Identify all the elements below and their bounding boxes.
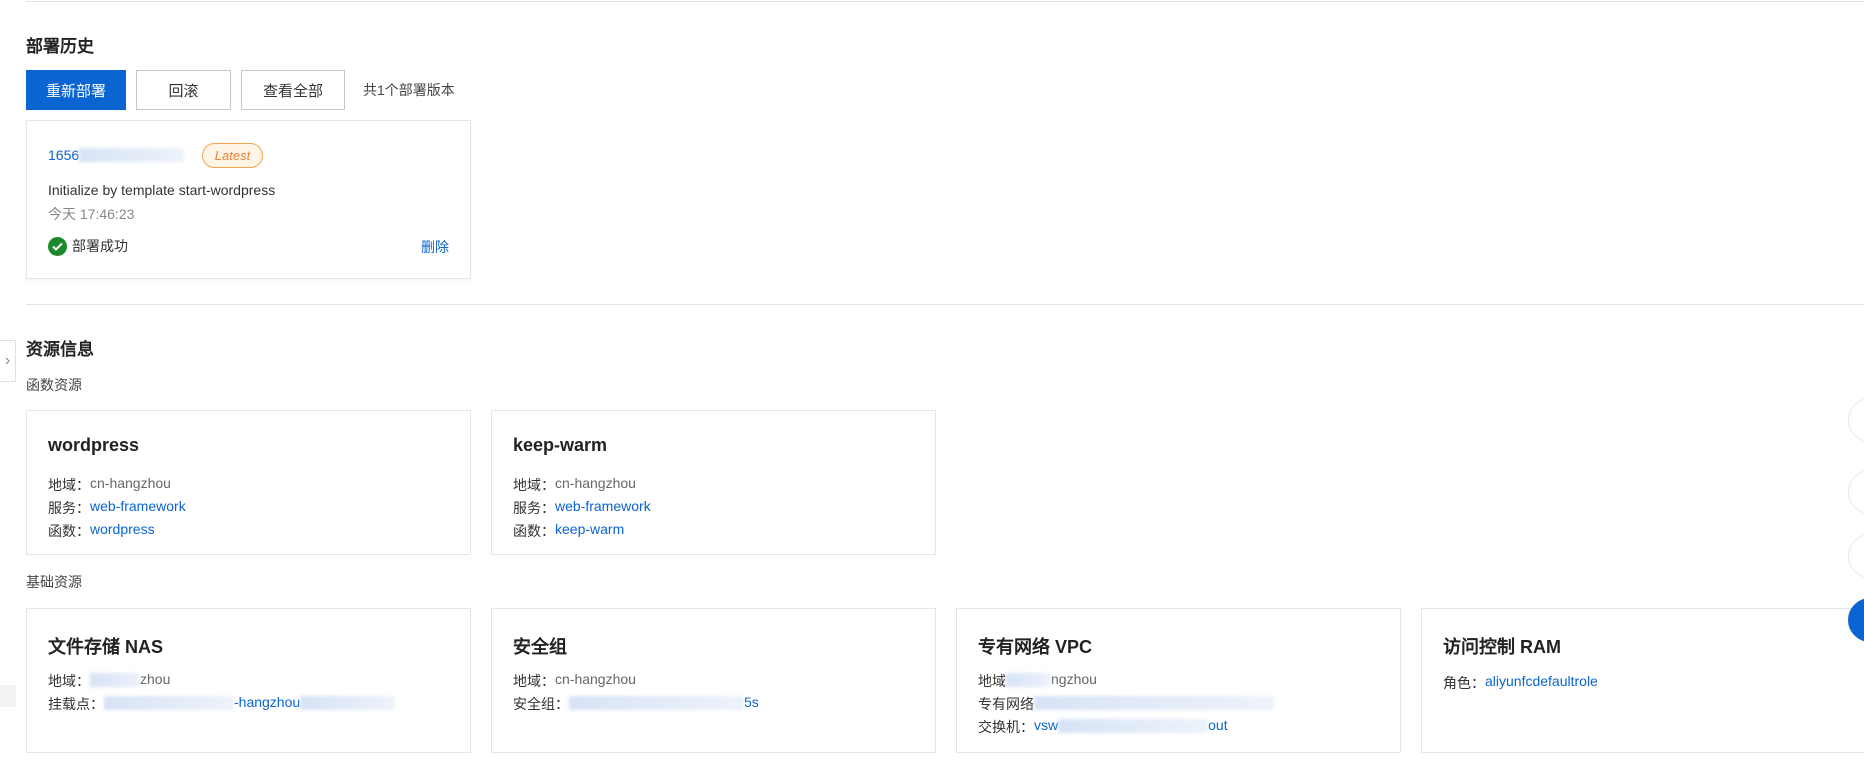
service-link[interactable]: web-framework (555, 498, 651, 518)
region-row: 地域： zhou (48, 671, 171, 689)
security-group-card: 安全组 地域： cn-hangzhou 安全组： 5s (491, 608, 936, 753)
view-all-button[interactable]: 查看全部 (241, 70, 345, 110)
nas-card-title: 文件存储 NAS (48, 637, 164, 657)
redaction-mask (1058, 719, 1209, 733)
function-card-keep-warm: keep-warm 地域： cn-hangzhou 服务： web-framewor… (491, 410, 936, 555)
sidebar-expand-handle[interactable]: › (0, 340, 16, 382)
service-link[interactable]: web-framework (90, 498, 186, 518)
left-edge-widget (0, 685, 16, 707)
deploy-status: 部署成功 (48, 236, 128, 256)
function-card-title: wordpress (48, 435, 140, 455)
redaction-mask (300, 696, 396, 710)
vpc-row: 专有网络 (978, 694, 1274, 714)
deploy-id-link[interactable]: 1656 (48, 147, 185, 163)
chevron-right-icon: › (4, 352, 11, 369)
vpc-card-title: 专有网络 VPC (978, 637, 1093, 657)
role-row: 角色： aliyunfcdefaultrole (1443, 673, 1598, 693)
region-row: 地域： cn-hangzhou (513, 475, 636, 493)
mount-row: 挂载点： -hangzhou (48, 694, 396, 714)
float-action-button[interactable] (1848, 534, 1864, 578)
vswitch-row: 交换机： vsw out (978, 717, 1228, 737)
function-link[interactable]: keep-warm (555, 521, 624, 541)
region-row: 地域： cn-hangzhou (48, 475, 171, 493)
deploy-record-card: 1656 Latest Initialize by template start… (26, 120, 471, 279)
deploy-status-text: 部署成功 (72, 238, 128, 254)
top-divider (26, 1, 1864, 2)
function-row: 函数： wordpress (48, 521, 155, 541)
region-row: 地域 ngzhou (978, 671, 1097, 689)
deploy-id-text: 1656 (48, 147, 80, 163)
deploy-count-text: 共1个部署版本 (363, 82, 455, 98)
delete-link[interactable]: 删除 (421, 237, 449, 257)
nas-card: 文件存储 NAS 地域： zhou 挂载点： -hangzhou (26, 608, 471, 753)
rollback-button[interactable]: 回滚 (136, 70, 231, 110)
ram-card: 访问控制 RAM 角色： aliyunfcdefaultrole (1421, 608, 1864, 753)
redaction-mask (79, 148, 185, 162)
function-card-title: keep-warm (513, 435, 608, 455)
redaction-mask (1006, 673, 1051, 687)
security-group-row: 安全组： 5s (513, 694, 759, 714)
float-action-button[interactable] (1848, 398, 1864, 442)
security-group-card-title: 安全组 (513, 637, 567, 657)
latest-badge: Latest (202, 143, 263, 168)
mount-point-link[interactable]: -hangzhou (234, 694, 300, 714)
function-link[interactable]: wordpress (90, 521, 155, 541)
redaction-mask (569, 696, 744, 710)
check-circle-icon (48, 236, 67, 256)
function-resource-label: 函数资源 (26, 377, 82, 393)
ram-card-title: 访问控制 RAM (1443, 637, 1561, 657)
vpc-card: 专有网络 VPC 地域 ngzhou 专有网络 交换机： vsw out (956, 608, 1401, 753)
role-link[interactable]: aliyunfcdefaultrole (1485, 673, 1598, 693)
resource-info-title: 资源信息 (26, 340, 94, 359)
redaction-mask (104, 696, 234, 710)
redeploy-button[interactable]: 重新部署 (26, 70, 126, 110)
redaction-mask (90, 673, 140, 687)
function-card-wordpress: wordpress 地域： cn-hangzhou 服务： web-framewor… (26, 410, 471, 555)
service-row: 服务： web-framework (513, 498, 651, 518)
region-row: 地域： cn-hangzhou (513, 671, 636, 689)
service-row: 服务： web-framework (48, 498, 186, 518)
function-row: 函数： keep-warm (513, 521, 625, 541)
base-resource-label: 基础资源 (26, 574, 82, 590)
deploy-time: 今天 17:46:23 (48, 206, 135, 222)
deploy-history-title: 部署历史 (26, 37, 94, 56)
vswitch-link[interactable]: vsw (1034, 717, 1058, 737)
redaction-mask (1034, 696, 1274, 710)
deploy-description: Initialize by template start-wordpress (48, 182, 276, 198)
section-divider (26, 304, 1864, 305)
float-action-button[interactable] (1848, 470, 1864, 514)
security-group-link[interactable]: 5s (744, 694, 759, 714)
